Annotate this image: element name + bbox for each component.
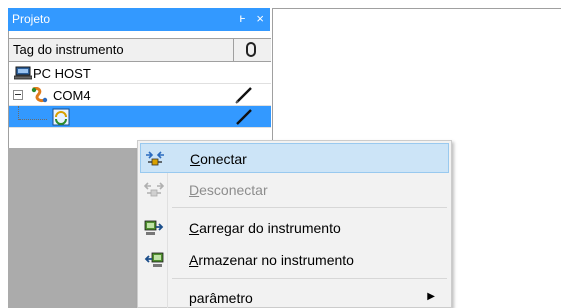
submenu-arrow-icon: ▶	[427, 291, 435, 302]
tree-row-com4[interactable]: COM4	[9, 84, 271, 106]
edit-pencil-icon[interactable]	[231, 108, 259, 126]
tree-row-pc-host[interactable]: PC HOST	[9, 62, 271, 84]
pc-host-icon	[14, 66, 32, 80]
panel-title: Projeto	[12, 12, 51, 26]
menu-item-armazenar[interactable]: Armazenar no instrumento	[140, 245, 449, 275]
connect-icon	[146, 151, 164, 166]
disconnect-icon	[144, 182, 164, 197]
column-header: Tag do instrumento	[9, 38, 271, 62]
panel-title-bar[interactable]: Projeto ͱ ×	[8, 8, 270, 31]
tree-line	[18, 106, 19, 120]
edit-pencil-icon[interactable]	[231, 86, 259, 104]
menu-item-label: Conectar	[190, 151, 247, 167]
menu-item-conectar[interactable]: Conectar	[140, 143, 449, 173]
menu-separator	[172, 278, 447, 279]
menu-item-carregar[interactable]: Carregar do instrumento	[140, 213, 449, 243]
menu-item-label: Desconectar	[189, 182, 268, 198]
column-divider[interactable]	[233, 39, 234, 61]
tree-row-label: COM4	[53, 88, 91, 103]
cylinder-icon[interactable]	[246, 42, 256, 57]
column-header-tag[interactable]: Tag do instrumento	[13, 42, 124, 57]
tree-line	[19, 119, 47, 120]
instrument-tree-grid: Tag do instrumento PC HOST COM4	[8, 31, 271, 148]
menu-item-parametro[interactable]: parâmetro ▶	[140, 283, 449, 308]
context-menu: Conectar Desconectar Carregar do instrum…	[137, 140, 452, 308]
menu-separator	[172, 207, 447, 208]
collapse-toggle-icon[interactable]	[13, 90, 23, 100]
instrument-icon	[52, 108, 70, 126]
com-port-icon	[31, 87, 48, 103]
menu-item-label: parâmetro	[189, 290, 253, 306]
menu-item-label: Armazenar no instrumento	[189, 252, 354, 268]
tree-row-label: PC HOST	[33, 66, 91, 81]
load-from-instrument-icon	[144, 220, 164, 235]
pin-icon[interactable]: ͱ	[239, 11, 246, 25]
menu-item-desconectar[interactable]: Desconectar	[140, 175, 449, 205]
close-icon[interactable]: ×	[256, 11, 264, 26]
menu-item-label: Carregar do instrumento	[189, 220, 341, 236]
store-to-instrument-icon	[144, 252, 164, 267]
tree-row-instrument[interactable]	[9, 106, 271, 128]
